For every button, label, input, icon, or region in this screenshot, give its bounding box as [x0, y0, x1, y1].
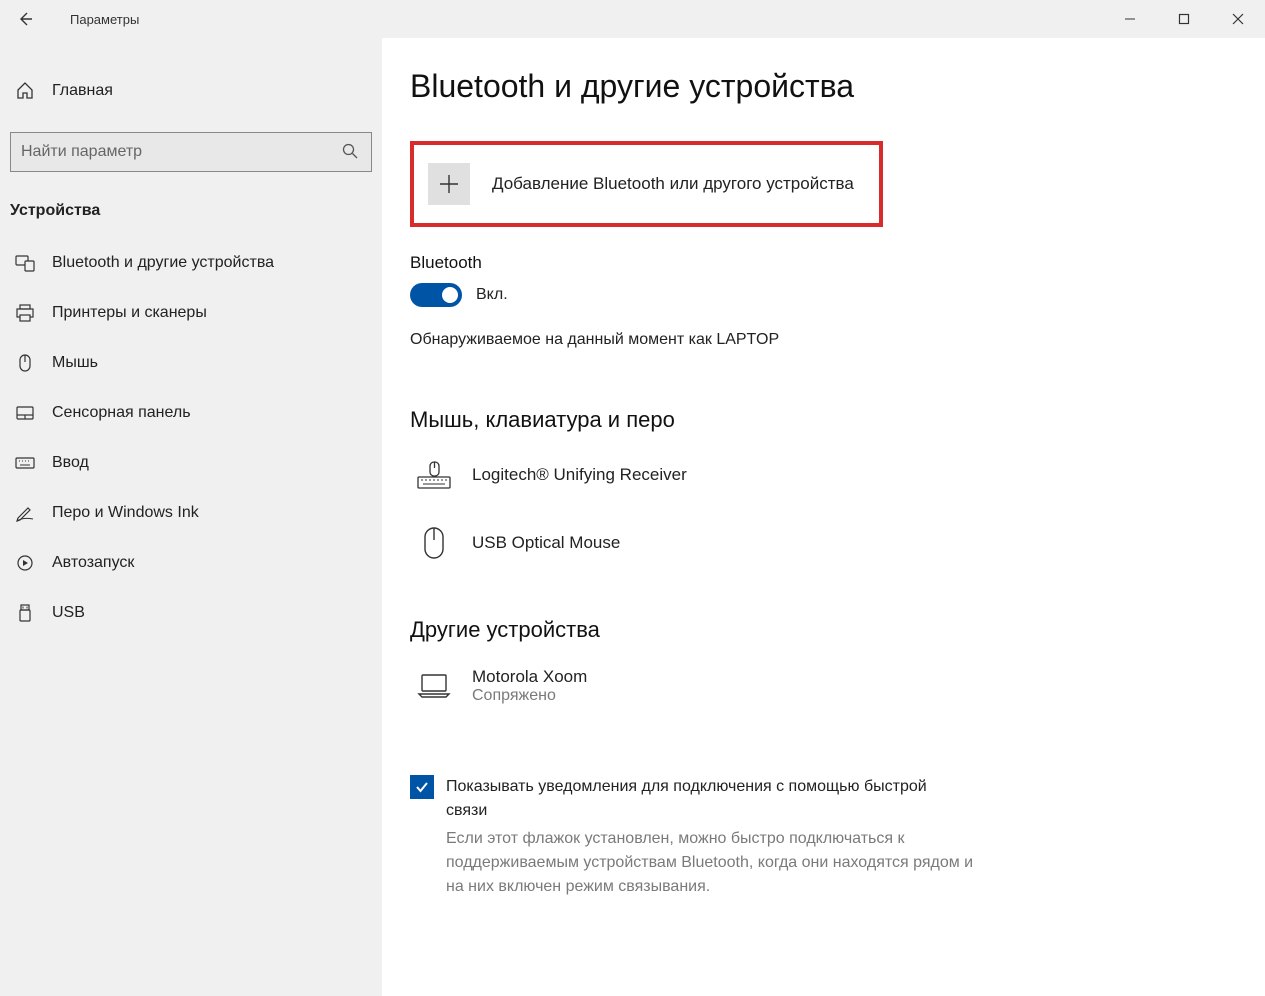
keyboard-icon	[14, 452, 36, 474]
mouse-icon	[14, 352, 36, 374]
sidebar-item-label: Сенсорная панель	[52, 404, 191, 422]
usb-icon	[14, 602, 36, 624]
section-mouse-keyboard: Мышь, клавиатура и перо	[410, 407, 1235, 433]
bluetooth-heading: Bluetooth	[410, 253, 1235, 273]
keyboard-receiver-icon	[416, 457, 452, 493]
titlebar: Параметры	[0, 0, 1265, 38]
toggle-knob	[442, 287, 458, 303]
device-name: Motorola Xoom	[472, 667, 587, 687]
sidebar-item-typing[interactable]: Ввод	[0, 438, 382, 488]
add-device-label: Добавление Bluetooth или другого устройс…	[492, 174, 854, 194]
toggle-state-label: Вкл.	[476, 286, 508, 304]
page-title: Bluetooth и другие устройства	[410, 68, 1235, 105]
sidebar-item-bluetooth[interactable]: Bluetooth и другие устройства	[0, 238, 382, 288]
checkbox-label: Показывать уведомления для подключения с…	[446, 775, 956, 823]
device-name: USB Optical Mouse	[472, 533, 620, 553]
sidebar-home[interactable]: Главная	[0, 68, 382, 114]
sidebar-item-usb[interactable]: USB	[0, 588, 382, 638]
checkbox-description: Если этот флажок установлен, можно быстр…	[446, 827, 986, 899]
sidebar-home-label: Главная	[52, 82, 113, 100]
sidebar-item-autoplay[interactable]: Автозапуск	[0, 538, 382, 588]
device-row-mouse[interactable]: USB Optical Mouse	[410, 515, 1235, 583]
device-row-receiver[interactable]: Logitech® Unifying Receiver	[410, 447, 1235, 515]
window-controls	[1103, 0, 1265, 38]
minimize-button[interactable]	[1103, 0, 1157, 38]
sidebar-item-label: Принтеры и сканеры	[52, 304, 207, 322]
pen-icon	[14, 502, 36, 524]
device-row-xoom[interactable]: Motorola Xoom Сопряжено	[410, 657, 1235, 727]
devices-icon	[14, 252, 36, 274]
plus-icon	[428, 163, 470, 205]
sidebar-item-touchpad[interactable]: Сенсорная панель	[0, 388, 382, 438]
section-other-devices: Другие устройства	[410, 617, 1235, 643]
sidebar-item-label: Bluetooth и другие устройства	[52, 254, 274, 272]
sidebar-item-printers[interactable]: Принтеры и сканеры	[0, 288, 382, 338]
sidebar-section-title: Устройства	[0, 190, 382, 238]
sidebar-item-label: Перо и Windows Ink	[52, 504, 199, 522]
touchpad-icon	[14, 402, 36, 424]
search-icon	[341, 142, 361, 162]
sidebar-item-label: Ввод	[52, 454, 89, 472]
search-input[interactable]	[21, 143, 341, 161]
sidebar-item-label: Мышь	[52, 354, 98, 372]
device-name: Logitech® Unifying Receiver	[472, 465, 687, 485]
window-title: Параметры	[50, 12, 139, 27]
close-button[interactable]	[1211, 0, 1265, 38]
search-box[interactable]	[10, 132, 372, 172]
add-device-button[interactable]: Добавление Bluetooth или другого устройс…	[410, 141, 883, 227]
laptop-icon	[416, 668, 452, 704]
swift-pair-checkbox[interactable]	[410, 775, 434, 799]
close-icon	[1232, 13, 1244, 25]
content: Bluetooth и другие устройства Добавление…	[382, 38, 1265, 996]
sidebar-item-label: Автозапуск	[52, 554, 134, 572]
back-button[interactable]	[0, 0, 50, 38]
sidebar-item-pen[interactable]: Перо и Windows Ink	[0, 488, 382, 538]
device-status: Сопряжено	[472, 687, 587, 705]
discoverable-text: Обнаруживаемое на данный момент как LAPT…	[410, 331, 1235, 349]
bluetooth-toggle[interactable]	[410, 283, 462, 307]
sidebar-item-label: USB	[52, 604, 85, 622]
maximize-icon	[1178, 13, 1190, 25]
autoplay-icon	[14, 552, 36, 574]
mouse-device-icon	[416, 525, 452, 561]
maximize-button[interactable]	[1157, 0, 1211, 38]
back-arrow-icon	[16, 10, 34, 28]
printer-icon	[14, 302, 36, 324]
home-icon	[14, 80, 36, 102]
sidebar-item-mouse[interactable]: Мышь	[0, 338, 382, 388]
sidebar: Главная Устройства Bluetooth и другие ус…	[0, 38, 382, 996]
checkmark-icon	[414, 779, 430, 795]
minimize-icon	[1124, 13, 1136, 25]
